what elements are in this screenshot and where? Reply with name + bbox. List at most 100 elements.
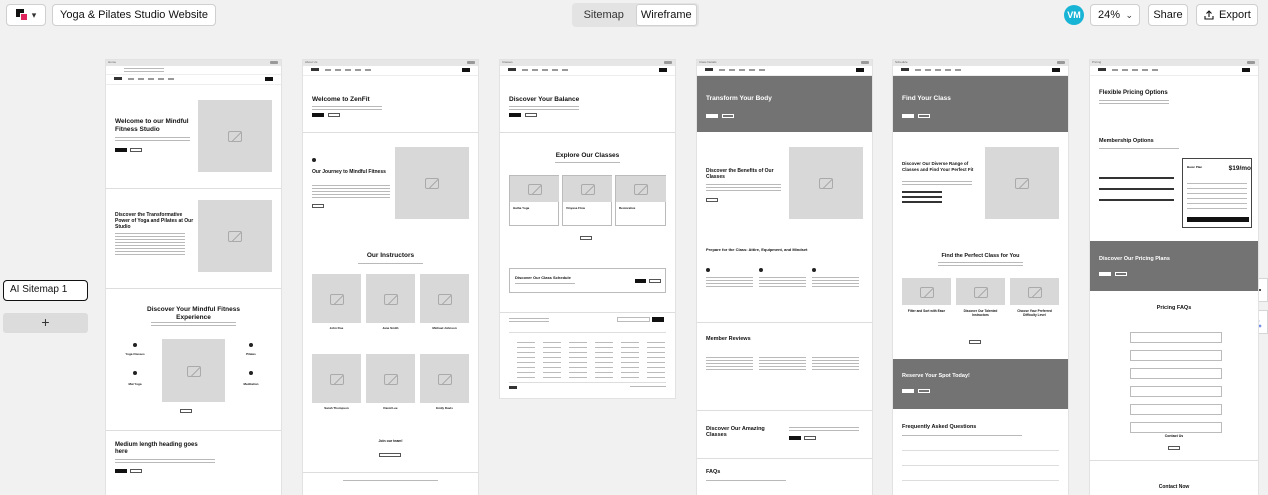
instructor-name: Sarah Thompson [324, 406, 349, 410]
hero-primary-button[interactable] [509, 113, 521, 117]
feature-list [902, 191, 942, 205]
site-nav [1090, 66, 1258, 76]
subscribe-button[interactable] [652, 317, 664, 322]
feature-icon [133, 371, 137, 375]
faq-item[interactable] [1130, 368, 1222, 379]
chevron-down-icon: ⌄ [1125, 10, 1133, 20]
class-card[interactable]: Restorative [615, 175, 666, 226]
export-button[interactable]: Export [1196, 4, 1258, 26]
faq-item[interactable] [1130, 386, 1222, 397]
hero-secondary-button[interactable] [130, 148, 142, 152]
reserve-banner: Reserve Your Spot Today! [893, 359, 1068, 409]
story-heading: Our Journey to Mindful Fitness [312, 169, 386, 175]
join-button[interactable] [379, 453, 401, 457]
wireframe-page-about-us[interactable]: About Us Welcome to ZenFit Our Journey t… [303, 60, 478, 495]
sitemap-tab-ai-sitemap-1[interactable]: AI Sitemap 1 [3, 280, 88, 301]
class-card[interactable]: Hatha Yoga [509, 175, 559, 226]
pricing-hero-heading: Flexible Pricing Options [1099, 90, 1168, 96]
site-nav [106, 75, 281, 85]
chevron-down-icon: ▾ [31, 9, 37, 20]
range-heading: Discover Our Diverse Range of Classes an… [902, 161, 974, 172]
zoom-value: 24% [1098, 9, 1121, 21]
story-icon [312, 158, 316, 162]
top-toolbar: ▾ Yoga & Pilates Studio Website Sitemap … [0, 0, 1268, 30]
cta-heading: Medium length heading goes here [115, 442, 198, 455]
feature-title: Filter and Sort with Ease [907, 309, 946, 313]
project-name-button[interactable]: Yoga & Pilates Studio Website [52, 4, 216, 26]
prepare-heading: Prepare for the Class: Attire, Equipment… [706, 247, 808, 252]
view-all-button[interactable] [580, 236, 592, 240]
wireframe-page-schedule[interactable]: Schedule Find Your Class Discover Our Di… [893, 60, 1068, 495]
add-sitemap-button[interactable]: + [3, 313, 88, 333]
footer-logo [509, 386, 517, 389]
schedule-banner: Discover Our Class Schedule [509, 268, 666, 293]
user-avatar[interactable]: VM [1064, 5, 1084, 25]
instructor-name: Jane Smith [382, 326, 399, 330]
faq-item[interactable] [1130, 422, 1222, 433]
share-button[interactable]: Share [1148, 4, 1188, 26]
classes-cta-button[interactable] [789, 436, 801, 440]
frame-title: Pricing [1092, 60, 1102, 64]
section-image [198, 200, 272, 272]
hero-banner: Find Your Class [893, 76, 1068, 132]
instructor-name: Emily Davis [436, 406, 453, 410]
faq-item[interactable] [1130, 350, 1222, 361]
wireframe-page-classes[interactable]: Classes Discover Your Balance Explore Ou… [500, 60, 675, 398]
frame-title: Class Details [699, 60, 717, 64]
instructors-heading: Our Instructors [366, 252, 415, 259]
perfect-class-button[interactable] [969, 340, 981, 344]
reviews-heading: Member Reviews [706, 336, 751, 342]
perfect-class-heading: Find the Perfect Class for You [941, 253, 1020, 259]
faq-item[interactable] [1130, 404, 1222, 415]
site-nav [697, 66, 872, 76]
contact-button[interactable] [1168, 446, 1180, 450]
review-card [759, 357, 806, 371]
app-menu-button[interactable]: ▾ [6, 4, 46, 26]
class-card[interactable]: Vinyasa Flow [562, 175, 612, 226]
frame-action-icon[interactable] [1247, 61, 1255, 64]
hero-primary-button[interactable] [312, 113, 324, 117]
zoom-dropdown[interactable]: 24% ⌄ [1090, 4, 1140, 26]
wireframe-page-pricing[interactable]: Pricing Flexible Pricing Options Members… [1090, 60, 1258, 495]
benefits-image [789, 147, 863, 219]
join-heading: Join our team! [378, 439, 403, 443]
review-card [812, 357, 859, 371]
site-nav [893, 66, 1068, 76]
frame-action-icon[interactable] [467, 61, 475, 64]
story-button[interactable] [312, 204, 324, 208]
cta-primary-button[interactable] [115, 469, 127, 473]
features-button[interactable] [180, 409, 192, 413]
hero-heading: Welcome to our Mindful Fitness Studio [115, 118, 189, 133]
plan-cta-button [1187, 217, 1249, 222]
contact-now-heading: Contact Now [1158, 484, 1190, 490]
feature-title: Choose Your Preferred Difficulty Level [1017, 309, 1052, 317]
wireframe-page-class-details[interactable]: Class Details Transform Your Body Discov… [697, 60, 872, 495]
site-nav [303, 66, 478, 76]
tab-wireframe[interactable]: Wireframe [635, 4, 697, 26]
frame-action-icon[interactable] [1057, 61, 1065, 64]
pricing-plan-card[interactable]: Basic Plan $19/mo [1182, 158, 1252, 228]
view-switcher: Sitemap Wireframe [572, 3, 699, 27]
benefits-button[interactable] [706, 198, 718, 202]
export-icon [1204, 10, 1214, 20]
pricing-plans-banner: Discover Our Pricing Plans [1090, 241, 1258, 291]
hero-secondary-button[interactable] [525, 113, 537, 117]
faq-heading: FAQs [706, 469, 721, 475]
hero-secondary-button[interactable] [328, 113, 340, 117]
newsletter-input[interactable] [617, 317, 650, 322]
hero-heading: Welcome to ZenFit [312, 96, 370, 103]
feature-icon [249, 343, 253, 347]
faq-item[interactable] [1130, 332, 1222, 343]
feature-icon [133, 343, 137, 347]
cta-secondary-button[interactable] [130, 469, 142, 473]
feature-icon [249, 371, 253, 375]
tab-sitemap[interactable]: Sitemap [574, 5, 634, 25]
contact-heading: Contact Us [1164, 434, 1184, 438]
frame-action-icon[interactable] [270, 61, 278, 64]
wireframe-page-home[interactable]: Home Welcome to our Mindful Fitness Stud… [106, 60, 281, 495]
export-label: Export [1219, 9, 1251, 21]
frame-action-icon[interactable] [861, 61, 869, 64]
instructor-name: David Lee [383, 406, 398, 410]
frame-action-icon[interactable] [664, 61, 672, 64]
hero-primary-button[interactable] [115, 148, 127, 152]
